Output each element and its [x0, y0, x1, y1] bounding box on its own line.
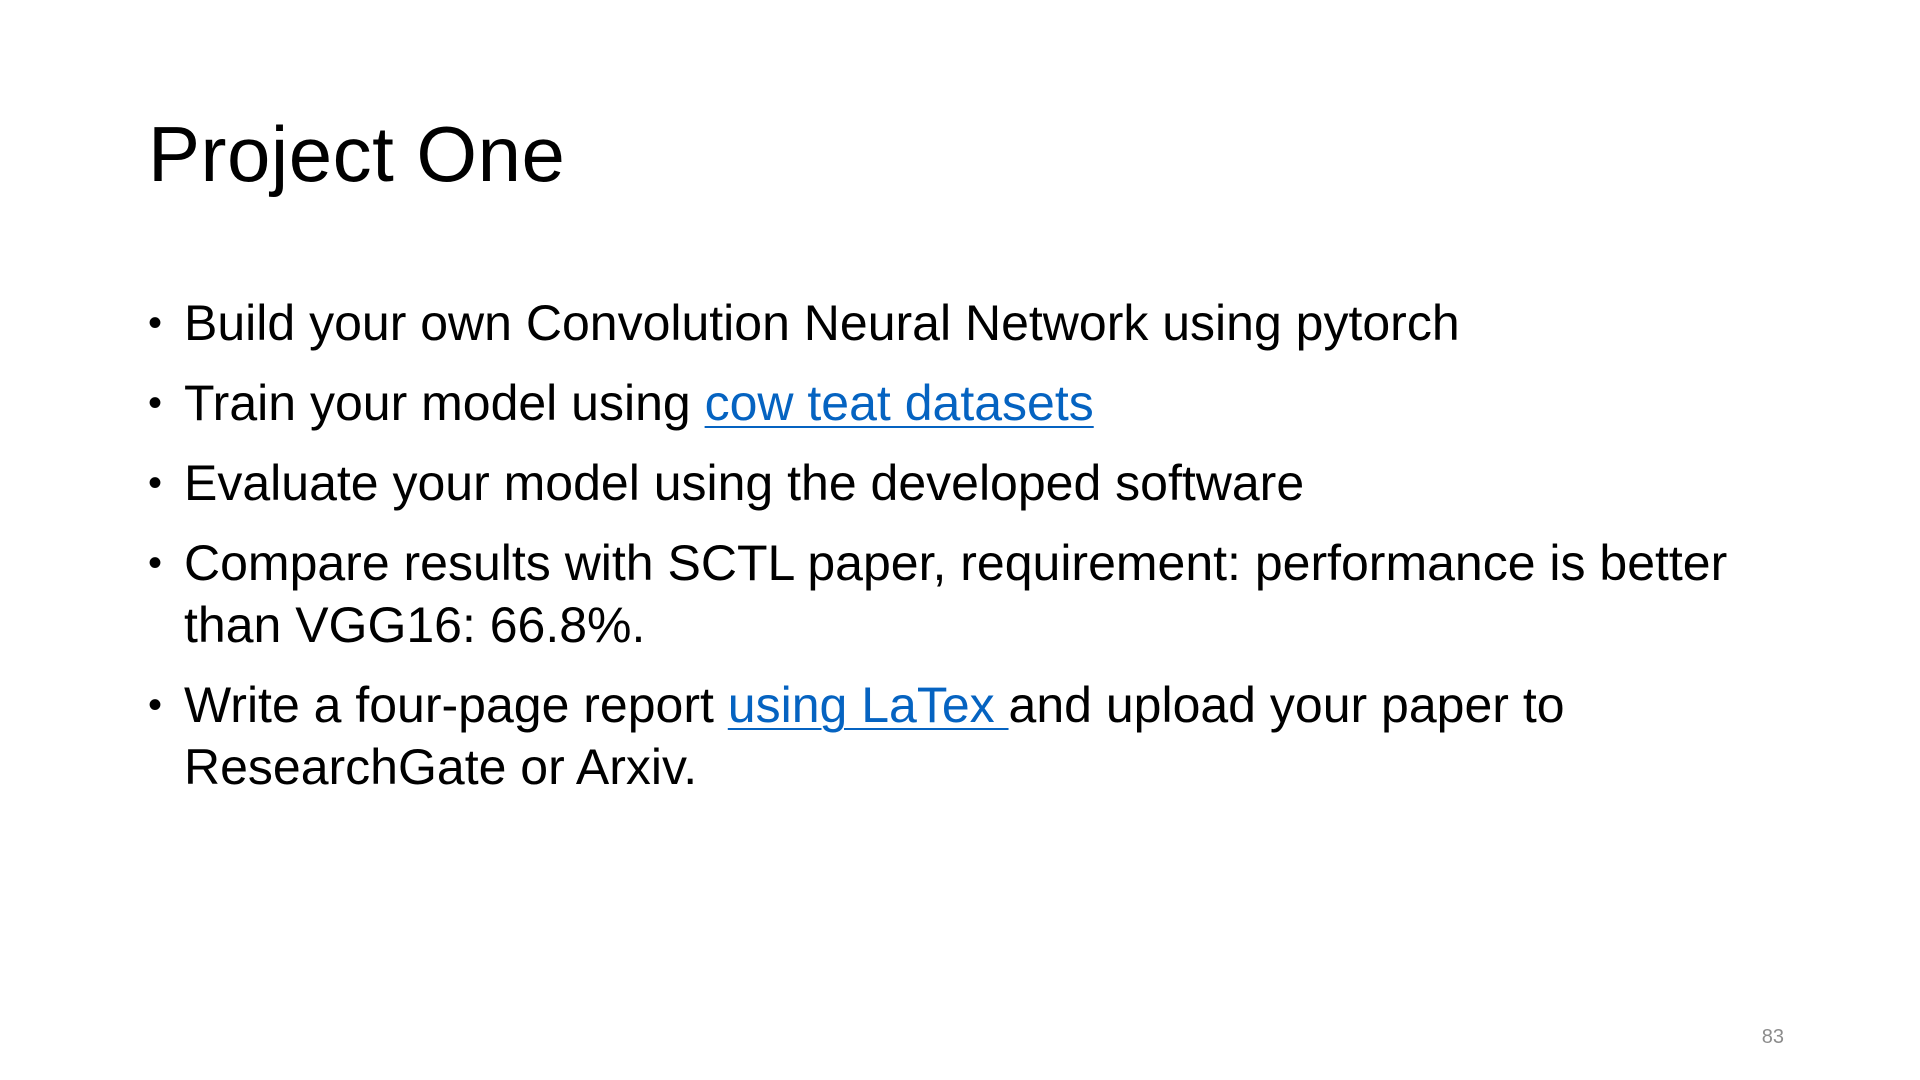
- bullet-text: Evaluate your model using the developed …: [184, 455, 1305, 511]
- bullet-list: • Build your own Convolution Neural Netw…: [148, 292, 1808, 816]
- slide-title: Project One: [148, 110, 566, 198]
- bullet-item: • Build your own Convolution Neural Netw…: [148, 292, 1808, 354]
- bullet-icon: •: [148, 381, 163, 425]
- cow-teat-datasets-link[interactable]: cow teat datasets: [705, 375, 1094, 431]
- bullet-icon: •: [148, 461, 163, 505]
- bullet-text: Write a four-page report: [184, 677, 728, 733]
- bullet-icon: •: [148, 301, 163, 345]
- bullet-text: Build your own Convolution Neural Networ…: [184, 295, 1460, 351]
- slide: Project One • Build your own Convolution…: [0, 0, 1920, 1080]
- using-latex-link[interactable]: using LaTex: [728, 677, 1009, 733]
- bullet-item: • Evaluate your model using the develope…: [148, 452, 1808, 514]
- page-number: 83: [1761, 1026, 1784, 1048]
- bullet-text: Train your model using: [184, 375, 705, 431]
- bullet-icon: •: [148, 683, 163, 727]
- bullet-text: Compare results with SCTL paper, require…: [184, 535, 1728, 653]
- bullet-item: • Train your model using cow teat datase…: [148, 372, 1808, 434]
- bullet-icon: •: [148, 541, 163, 585]
- bullet-item: • Write a four-page report using LaTex a…: [148, 674, 1808, 798]
- bullet-item: • Compare results with SCTL paper, requi…: [148, 532, 1808, 656]
